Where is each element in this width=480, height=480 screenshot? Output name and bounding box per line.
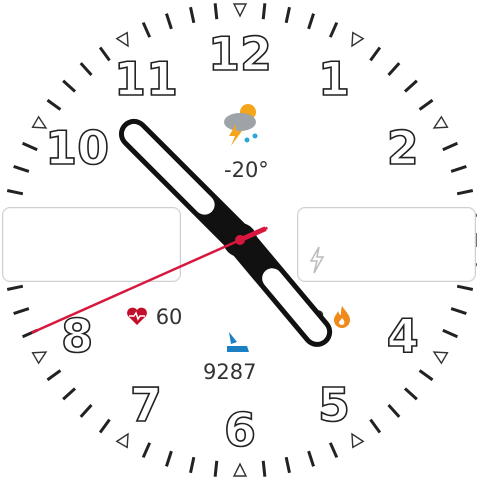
second-hand <box>31 226 268 334</box>
hub-center <box>235 235 245 245</box>
clock-hands <box>31 118 333 347</box>
